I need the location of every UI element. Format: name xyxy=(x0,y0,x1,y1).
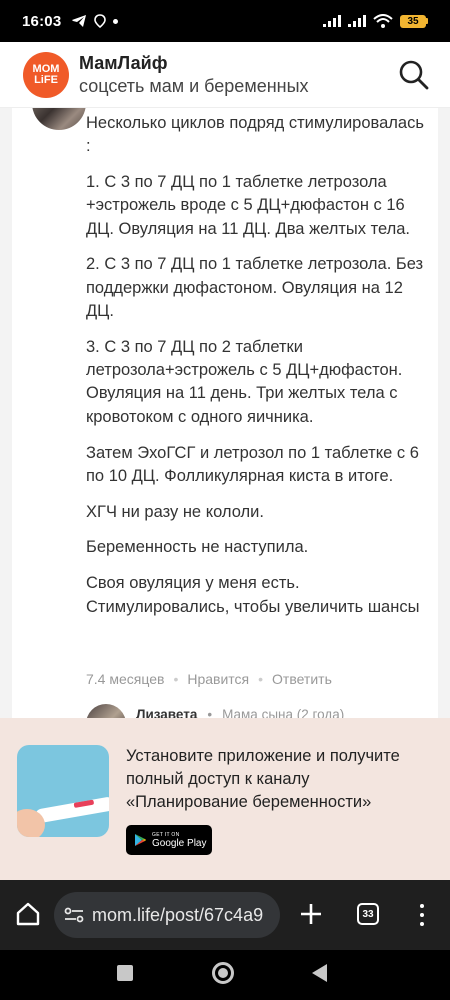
new-tab-icon[interactable] xyxy=(298,901,324,927)
google-play-icon xyxy=(135,834,146,846)
tab-switcher-button[interactable]: 33 xyxy=(357,903,379,925)
comment-time: 7.4 месяцев xyxy=(86,671,165,687)
dot-icon xyxy=(113,18,119,24)
wifi-icon xyxy=(373,14,393,28)
status-bar: 16:03 35 xyxy=(0,0,450,42)
status-time: 16:03 xyxy=(22,12,62,30)
google-play-button[interactable]: GET IT ON Google Play xyxy=(126,825,212,855)
app-title: МамЛайф xyxy=(79,52,168,73)
comment-paragraph: 2. С 3 по 7 ДЦ по 1 таблетке летрозола. … xyxy=(86,255,424,321)
home-icon[interactable] xyxy=(14,900,42,928)
comment-body: Несколько циклов подряд стимулировалась … xyxy=(86,112,426,631)
signal-icon-2 xyxy=(348,15,366,27)
reply-author[interactable]: Лизавета xyxy=(136,707,197,719)
comment-paragraph: ХГЧ ни разу не кололи. xyxy=(86,502,264,521)
browser-toolbar: mom.life/post/67c4a9 33 xyxy=(0,880,450,950)
url-text[interactable]: mom.life/post/67c4a9 xyxy=(92,905,263,926)
comment-paragraph: 3. С 3 по 7 ДЦ по 2 таблетки летрозола+э… xyxy=(86,337,403,426)
more-menu-icon[interactable] xyxy=(413,902,431,928)
comment-card: Несколько циклов подряд стимулировалась … xyxy=(12,108,438,718)
comment-paragraph: Несколько циклов подряд стимулировалась … xyxy=(86,114,424,156)
comment-meta: 7.4 месяцев • Нравится • Ответить xyxy=(86,671,332,687)
mamlife-logo[interactable]: MOM LiFE xyxy=(23,51,69,98)
reply-avatar[interactable] xyxy=(86,704,126,718)
app-subtitle: соцсеть мам и беременных xyxy=(79,75,309,96)
app-header: MOM LiFE МамЛайф соцсеть мам и беременны… xyxy=(0,42,450,108)
back-icon[interactable] xyxy=(312,964,327,982)
home-nav-icon[interactable] xyxy=(212,962,234,984)
location-icon xyxy=(94,14,107,28)
avatar[interactable] xyxy=(32,108,86,130)
comment-paragraph: Затем ЭхоГСГ и летрозол по 1 таблетке с … xyxy=(86,443,419,485)
battery-icon: 35 xyxy=(400,14,428,28)
signal-icon xyxy=(323,15,341,27)
comment-paragraph: Беременность не наступила. xyxy=(86,538,309,557)
search-icon[interactable] xyxy=(398,59,430,91)
recents-icon[interactable] xyxy=(117,965,133,981)
url-bar[interactable]: mom.life/post/67c4a9 xyxy=(54,892,280,938)
site-settings-icon[interactable] xyxy=(64,907,84,923)
like-button[interactable]: Нравится xyxy=(187,671,249,687)
post-content[interactable]: Несколько циклов подряд стимулировалась … xyxy=(0,108,450,718)
system-nav-bar xyxy=(0,950,450,1000)
banner-text: Установите приложение и получите полный … xyxy=(126,747,400,811)
telegram-icon xyxy=(72,15,87,27)
comment-paragraph: Своя овуляция у меня есть. Стимулировали… xyxy=(86,574,420,616)
install-app-banner[interactable]: Установите приложение и получите полный … xyxy=(0,718,450,880)
comment-paragraph: 1. С 3 по 7 ДЦ по 1 таблетке летрозола +… xyxy=(86,173,411,238)
reply-preview[interactable]: Лизавета • Мама сына (2 года) xyxy=(86,704,344,718)
reply-button[interactable]: Ответить xyxy=(272,671,332,687)
reply-author-status: Мама сына (2 года) xyxy=(222,706,345,719)
pregnancy-test-image xyxy=(17,745,109,837)
